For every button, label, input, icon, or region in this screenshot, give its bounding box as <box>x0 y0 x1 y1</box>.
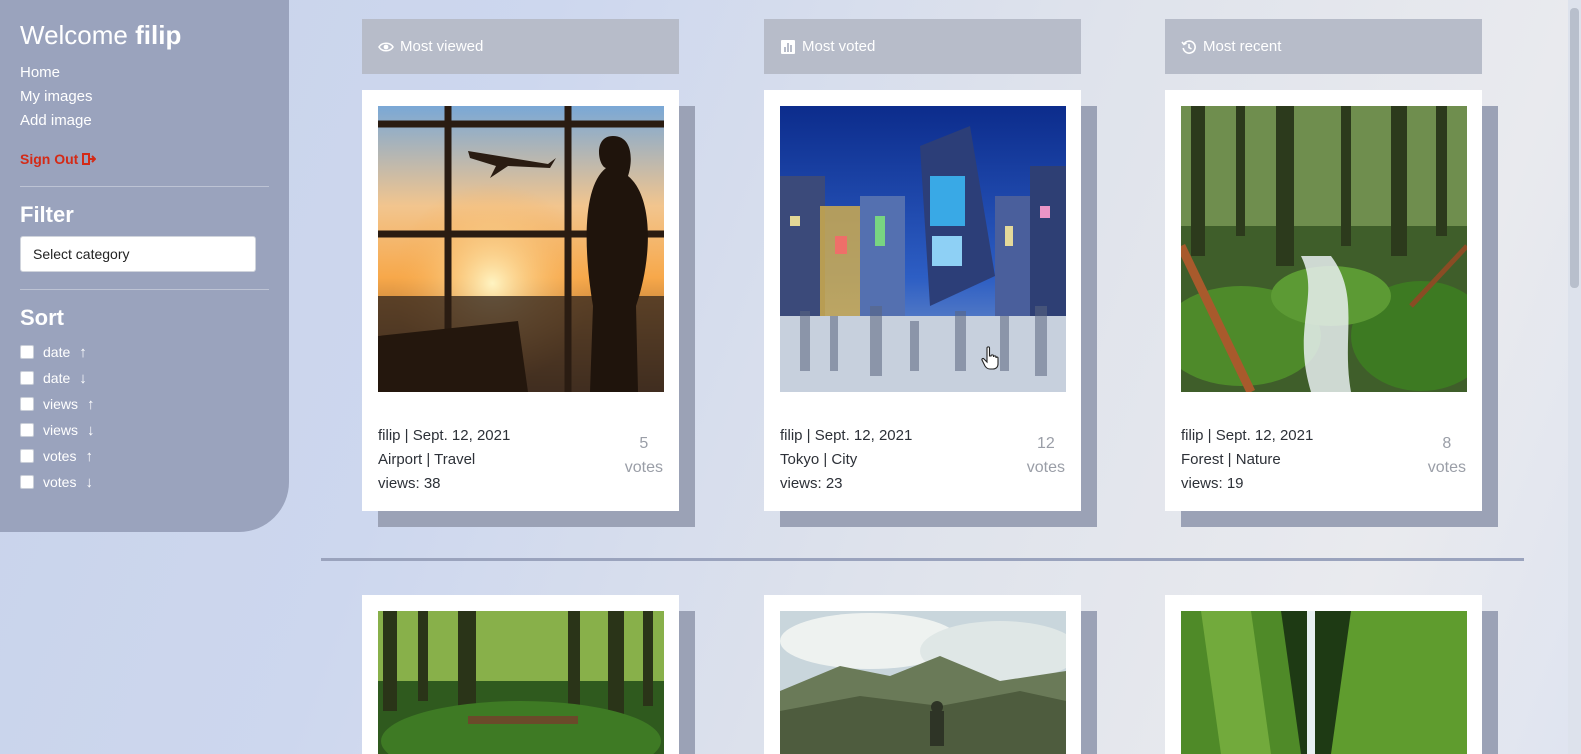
card-meta: filip | Sept. 12, 2021 Airport | Travel … <box>378 424 663 496</box>
scrollbar-thumb[interactable] <box>1570 8 1579 288</box>
sort-views-desc-checkbox[interactable] <box>20 423 34 437</box>
arrow-down-icon: ↓ <box>85 473 93 491</box>
card-author-date: filip | Sept. 12, 2021 <box>780 427 913 444</box>
sort-date-desc[interactable]: date ↓ <box>20 365 269 391</box>
image-card-forest-path[interactable] <box>362 595 679 754</box>
sort-label: views <box>43 422 79 438</box>
sort-label: date <box>43 370 71 386</box>
sort-date-desc-checkbox[interactable] <box>20 371 34 385</box>
forest-photo[interactable] <box>1181 106 1467 392</box>
sidebar-divider <box>20 186 269 187</box>
waterfall-photo[interactable] <box>1181 611 1467 754</box>
sort-votes-desc-checkbox[interactable] <box>20 475 34 489</box>
arrow-up-icon: ↑ <box>87 395 95 413</box>
vote-label: votes <box>1026 459 1065 476</box>
hand-cursor-icon <box>981 346 999 370</box>
arrow-down-icon: ↓ <box>79 369 87 387</box>
tab-most-viewed[interactable]: Most viewed <box>362 19 679 74</box>
card-votes: 5 votes <box>625 432 663 480</box>
tab-most-recent[interactable]: Most recent <box>1165 19 1482 74</box>
forest-path-photo[interactable] <box>378 611 664 754</box>
sort-label: views <box>43 396 79 412</box>
card-tags: Forest | Nature <box>1181 451 1281 468</box>
history-icon <box>1181 39 1196 54</box>
image-card-waterfall[interactable] <box>1165 595 1482 754</box>
card-views: views: 23 <box>780 475 843 492</box>
tab-most-viewed-label: Most viewed <box>400 38 484 55</box>
image-card-forest[interactable]: filip | Sept. 12, 2021 Forest | Nature v… <box>1165 90 1482 511</box>
sort-votes-asc-checkbox[interactable] <box>20 449 34 463</box>
card-meta: filip | Sept. 12, 2021 Forest | Nature v… <box>1181 424 1466 496</box>
card-views: views: 38 <box>378 475 441 492</box>
image-card-airport[interactable]: filip | Sept. 12, 2021 Airport | Travel … <box>362 90 679 511</box>
sort-views-desc[interactable]: views ↓ <box>20 417 269 443</box>
sort-label: votes <box>43 448 77 464</box>
sort-options: date ↑ date ↓ views ↑ views ↓ votes ↑ votes ↓ <box>20 339 269 495</box>
nav-add-image-link[interactable]: Add image <box>20 109 105 133</box>
main-nav: Home My images Add image <box>20 61 269 133</box>
sort-views-asc-checkbox[interactable] <box>20 397 34 411</box>
vote-count: 12 <box>1036 435 1055 452</box>
sign-out-label: Sign Out <box>20 151 79 167</box>
card-author-date: filip | Sept. 12, 2021 <box>378 427 511 444</box>
card-votes: 8 votes <box>1428 432 1466 480</box>
card-votes: 12 votes <box>1027 432 1065 480</box>
sort-label: date <box>43 344 71 360</box>
sort-heading: Sort <box>20 305 64 330</box>
nav-home-link[interactable]: Home <box>20 61 105 85</box>
sort-votes-asc[interactable]: votes ↑ <box>20 443 269 469</box>
arrow-down-icon: ↓ <box>87 421 95 439</box>
vote-label: votes <box>624 459 663 476</box>
vote-label: votes <box>1427 459 1466 476</box>
eye-icon <box>378 41 394 52</box>
airport-photo[interactable] <box>378 106 664 392</box>
welcome-heading: Welcome filip <box>20 20 269 51</box>
welcome-text: Welcome <box>20 20 136 50</box>
card-tags: Airport | Travel <box>378 451 476 468</box>
sort-views-asc[interactable]: views ↑ <box>20 391 269 417</box>
sort-date-asc-checkbox[interactable] <box>20 345 34 359</box>
image-card-mountains[interactable] <box>764 595 1081 754</box>
sort-label: votes <box>43 474 77 490</box>
card-views: views: 19 <box>1181 475 1244 492</box>
sign-out-icon <box>82 153 97 165</box>
sort-date-asc[interactable]: date ↑ <box>20 339 269 365</box>
arrow-up-icon: ↑ <box>85 447 93 465</box>
category-select-value: Select category <box>33 246 130 262</box>
page-scrollbar[interactable] <box>1568 0 1581 754</box>
tokyo-photo[interactable] <box>780 106 1066 392</box>
image-card-tokyo[interactable]: filip | Sept. 12, 2021 Tokyo | City view… <box>764 90 1081 511</box>
sidebar: Welcome filip Home My images Add image S… <box>0 0 289 532</box>
category-select[interactable]: Select category <box>20 236 256 272</box>
section-divider <box>321 558 1524 561</box>
sidebar-divider <box>20 289 269 290</box>
tab-most-voted[interactable]: Most voted <box>764 19 1081 74</box>
tab-most-voted-label: Most voted <box>802 38 876 55</box>
vote-count: 8 <box>1442 435 1452 452</box>
card-author-date: filip | Sept. 12, 2021 <box>1181 427 1314 444</box>
tab-most-recent-label: Most recent <box>1203 38 1282 55</box>
filter-heading: Filter <box>20 202 74 227</box>
sort-votes-desc[interactable]: votes ↓ <box>20 469 269 495</box>
arrow-up-icon: ↑ <box>79 343 87 361</box>
username: filip <box>135 20 182 50</box>
nav-my-images-link[interactable]: My images <box>20 85 105 109</box>
bar-chart-icon <box>781 39 795 54</box>
mountains-photo[interactable] <box>780 611 1066 754</box>
sign-out-button[interactable]: Sign Out <box>20 151 97 167</box>
vote-count: 5 <box>639 435 649 452</box>
card-meta: filip | Sept. 12, 2021 Tokyo | City view… <box>780 424 1065 496</box>
card-tags: Tokyo | City <box>780 451 858 468</box>
